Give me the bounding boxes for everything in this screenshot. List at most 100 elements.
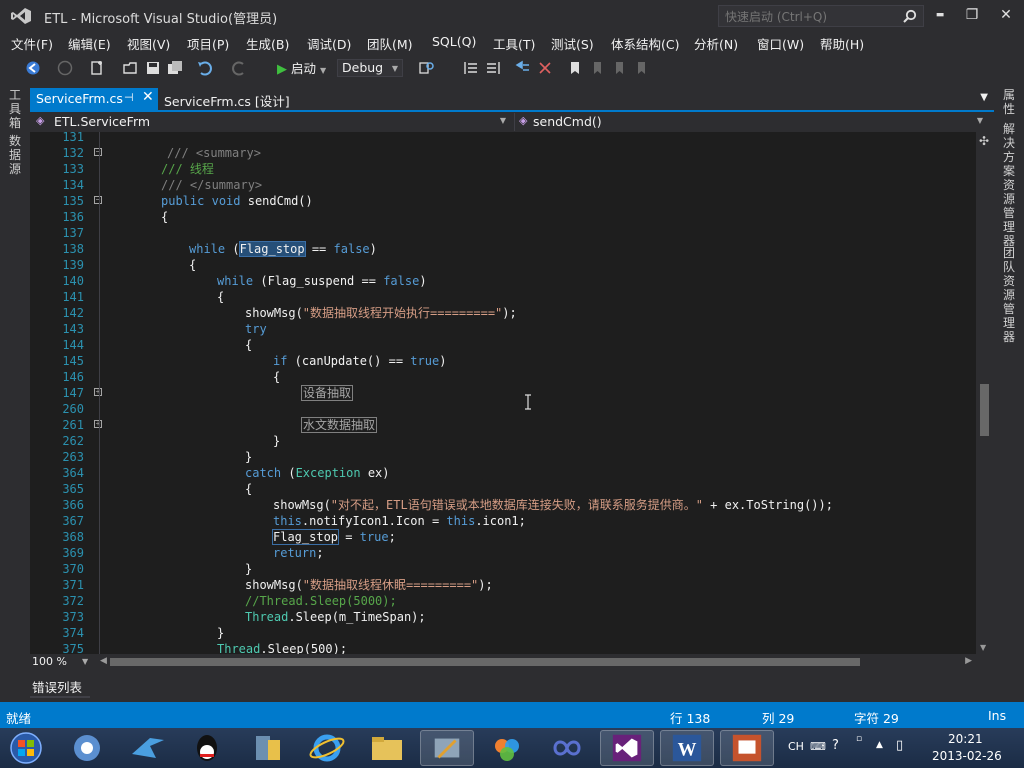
zoom-level-select[interactable]: 100 % ▼ — [32, 655, 96, 671]
file-explorer-icon[interactable] — [360, 730, 414, 766]
tools-app-icon[interactable] — [420, 730, 474, 766]
error-list-underline — [30, 696, 90, 698]
keyboard-icon[interactable]: ⌨ — [810, 740, 826, 753]
network-status-icon[interactable]: ▯ — [896, 738, 903, 753]
open-file-icon[interactable] — [122, 59, 140, 77]
clock-time[interactable]: 20:21 — [948, 732, 983, 746]
vertical-scrollbar[interactable]: ✣ ▼ — [976, 132, 994, 654]
code-editor[interactable]: 131 132−/// <summary> 133/// 线程 134/// <… — [30, 132, 976, 654]
word-icon[interactable]: W — [660, 730, 714, 766]
tab-servicefrm-design[interactable]: ServiceFrm.cs [设计] — [164, 91, 290, 110]
bookmark-icon[interactable] — [566, 59, 584, 77]
menu-file[interactable]: 文件(F) — [11, 34, 53, 53]
menu-edit[interactable]: 编辑(E) — [68, 34, 111, 53]
new-project-icon[interactable] — [88, 59, 106, 77]
code-line: 261 + 水文数据抽取 — [62, 417, 378, 433]
menu-help[interactable]: 帮助(H) — [820, 34, 864, 53]
menu-debug[interactable]: 调试(D) — [307, 34, 351, 53]
menu-analyze[interactable]: 分析(N) — [694, 34, 738, 53]
tray-options-icon[interactable]: ▫ — [856, 734, 862, 744]
menu-window[interactable]: 窗口(W) — [757, 34, 804, 53]
save-all-icon[interactable] — [166, 59, 184, 77]
help-icon[interactable]: ? — [832, 738, 839, 753]
menu-test[interactable]: 测试(S) — [551, 34, 594, 53]
menu-build[interactable]: 生成(B) — [246, 34, 289, 53]
quick-launch-box[interactable] — [718, 5, 924, 27]
close-tab-icon[interactable]: ✕ — [142, 89, 154, 105]
properties-tab[interactable]: 属性 — [1002, 88, 1016, 116]
team-explorer-tab[interactable]: 团队资源管理器 — [1002, 246, 1016, 344]
navigate-back-icon[interactable] — [24, 59, 42, 77]
code-line: 132−/// <summary> — [62, 146, 261, 160]
tab-overflow-dropdown-icon[interactable]: ▼ — [980, 92, 988, 103]
powerpoint-icon[interactable] — [720, 730, 774, 766]
code-line: 368 Flag_stop = true; — [62, 529, 396, 545]
media-player-icon[interactable] — [60, 730, 114, 766]
menu-architecture[interactable]: 体系结构(C) — [611, 34, 679, 53]
navigate-forward-icon[interactable] — [56, 59, 74, 77]
scroll-down-icon[interactable]: ▼ — [980, 643, 986, 652]
search-icon[interactable] — [903, 9, 917, 23]
internet-explorer-icon[interactable] — [300, 730, 354, 766]
code-line: 134/// </summary> — [62, 178, 263, 192]
visual-studio-taskbar-icon[interactable] — [600, 730, 654, 766]
code-line: 145 if (canUpdate() == true) — [62, 354, 447, 368]
menu-view[interactable]: 视图(V) — [127, 34, 170, 53]
redo-icon[interactable] — [230, 59, 248, 77]
start-button-icon[interactable] — [2, 730, 50, 766]
quick-launch-input[interactable] — [723, 8, 897, 26]
clear-bookmarks-icon[interactable] — [632, 59, 650, 77]
configuration-value: Debug — [342, 60, 384, 75]
toolbox-tab[interactable]: 工具箱 — [8, 88, 22, 130]
member-dropdown[interactable]: ◈ sendCmd() ▼ — [514, 113, 989, 131]
vertical-scroll-thumb[interactable] — [980, 384, 989, 436]
collapsed-region[interactable]: 设备抽取 — [301, 385, 354, 401]
solution-explorer-tab[interactable]: 解决方案资源管理器 — [1002, 122, 1016, 248]
colorful-app-icon[interactable] — [480, 730, 534, 766]
visual-studio-infinity-icon[interactable] — [540, 730, 594, 766]
scroll-left-icon[interactable]: ◀ — [100, 656, 107, 666]
menu-bar: 文件(F) 编辑(E) 视图(V) 项目(P) 生成(B) 调试(D) 团队(M… — [0, 32, 1024, 52]
previous-bookmark-icon[interactable] — [588, 59, 606, 77]
qq-icon[interactable] — [180, 730, 234, 766]
save-icon[interactable] — [144, 59, 162, 77]
horizontal-scrollbar[interactable]: ◀ ▶ — [100, 655, 976, 669]
start-debugging-button[interactable]: ▶ 启动 ▼ — [277, 58, 326, 78]
bird-app-icon[interactable] — [120, 730, 174, 766]
collapsed-region[interactable]: 水文数据抽取 — [301, 417, 378, 433]
code-line: 131 — [62, 132, 84, 144]
menu-project[interactable]: 项目(P) — [187, 34, 229, 53]
clock-date[interactable]: 2013-02-26 — [932, 749, 1002, 763]
split-handle-icon[interactable]: ✣ — [979, 134, 989, 148]
class-dropdown[interactable]: ◈ ETL.ServiceFrm ▼ — [32, 113, 512, 131]
network-app-icon[interactable] — [240, 730, 294, 766]
find-in-files-icon[interactable] — [418, 59, 436, 77]
uncomment-lines-icon[interactable] — [536, 59, 554, 77]
outdent-icon[interactable] — [484, 59, 502, 77]
class-icon: ◈ — [36, 114, 45, 127]
next-bookmark-icon[interactable] — [610, 59, 628, 77]
collapse-icon[interactable]: − — [94, 148, 102, 156]
horizontal-scroll-thumb[interactable] — [110, 658, 860, 666]
undo-icon[interactable] — [196, 59, 214, 77]
minimize-button[interactable]: ▬ — [926, 4, 954, 26]
error-list-tab[interactable]: 错误列表 — [32, 677, 82, 696]
menu-sql[interactable]: SQL(Q) — [432, 34, 476, 49]
collapse-icon[interactable]: − — [94, 196, 102, 204]
close-window-button[interactable]: ✕ — [992, 4, 1020, 26]
scroll-right-icon[interactable]: ▶ — [965, 656, 972, 666]
expand-icon[interactable]: + — [94, 388, 102, 396]
input-language[interactable]: CH — [788, 740, 804, 753]
indent-icon[interactable] — [462, 59, 480, 77]
menu-tools[interactable]: 工具(T) — [493, 34, 535, 53]
show-hidden-icons-icon[interactable]: ▲ — [876, 740, 883, 750]
expand-icon[interactable]: + — [94, 420, 102, 428]
data-sources-tab[interactable]: 数据源 — [8, 134, 22, 176]
pin-icon[interactable]: ⊣ — [124, 91, 134, 104]
tab-servicefrm-cs[interactable]: ServiceFrm.cs ⊣ ✕ — [30, 88, 158, 110]
solution-configuration-select[interactable]: Debug ▼ — [337, 59, 403, 77]
code-line: 372//Thread.Sleep(5000); — [62, 594, 397, 608]
menu-team[interactable]: 团队(M) — [367, 34, 413, 53]
comment-lines-icon[interactable] — [514, 59, 532, 77]
restore-button[interactable]: ❐ — [958, 4, 986, 26]
